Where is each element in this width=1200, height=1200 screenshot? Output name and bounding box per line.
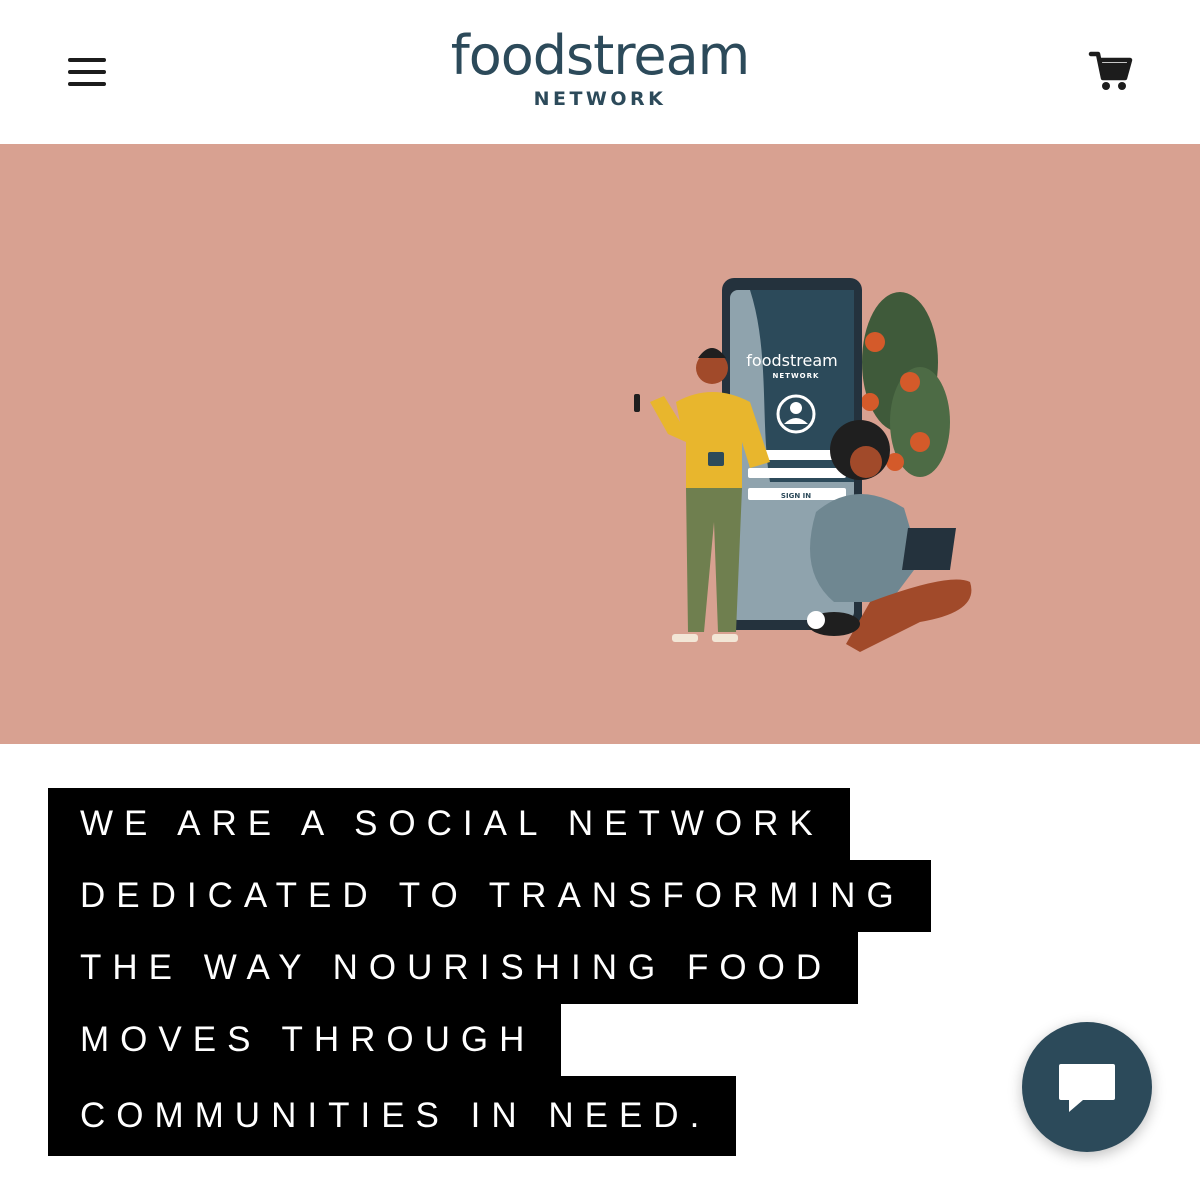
site-logo[interactable]: foodstream NETWORK [440,26,760,118]
device-sign-in-label: SIGN IN [781,492,811,500]
mission-line: THE WAY NOURISHING FOOD [48,932,859,1004]
mission-line: WE ARE A SOCIAL NETWORK [48,788,850,860]
logo-word: foodstream [450,24,751,87]
chat-button[interactable] [1022,1022,1152,1152]
mission-line: DEDICATED TO TRANSFORMING [48,860,931,932]
chat-bubble-icon [1059,1064,1115,1112]
logo-subtitle: NETWORK [533,88,667,110]
hero-banner: foodstream NETWORK SIGN IN [0,144,1200,744]
device-logo-subtitle: NETWORK [773,372,820,380]
hero-illustration: foodstream NETWORK SIGN IN [634,278,972,652]
site-header: foodstream NETWORK [0,0,1200,144]
mission-line: MOVES THROUGH [48,1004,562,1076]
shopping-cart-icon[interactable] [1088,48,1134,94]
sitting-person [807,420,972,652]
mission-statement: WE ARE A SOCIAL NETWORK DEDICATED TO TRA… [48,788,931,1156]
device-logo-word: foodstream [746,351,837,370]
mission-line: COMMUNITIES IN NEED. [48,1076,737,1156]
hamburger-menu-icon[interactable] [62,50,114,94]
